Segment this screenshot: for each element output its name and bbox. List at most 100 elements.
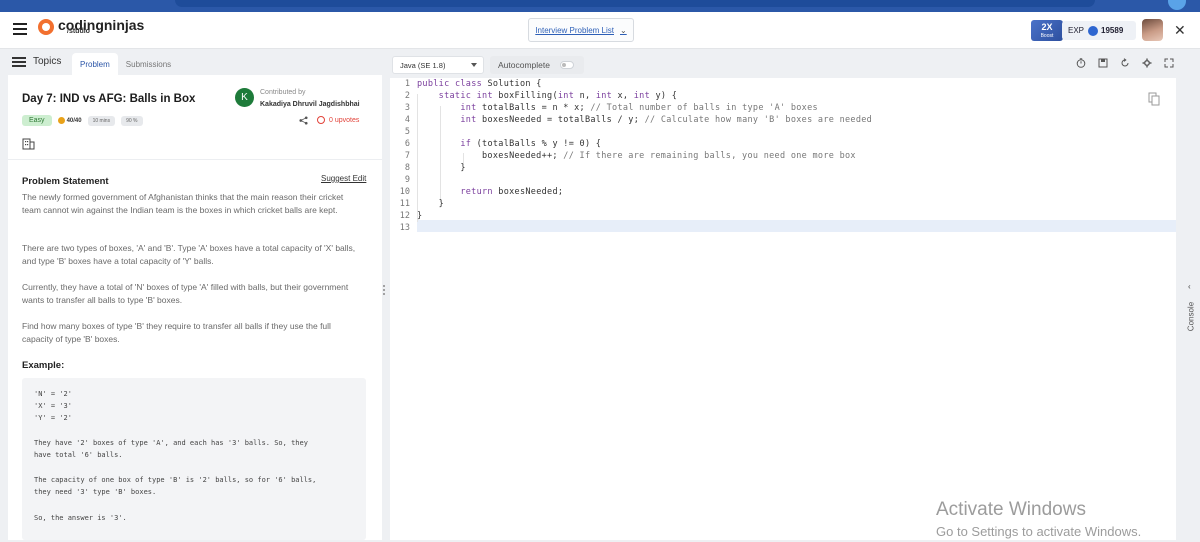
top-navigation-bar: codingninjas /studio Interview Problem L… xyxy=(0,12,1200,49)
hamburger-menu-icon[interactable] xyxy=(13,23,27,35)
exp-label: EXP xyxy=(1068,26,1085,35)
boost-multiplier: 2X xyxy=(1041,22,1053,32)
example-line: they need '3' type 'B' boxes. xyxy=(34,488,157,496)
upvote-button[interactable]: 0 upvotes xyxy=(317,116,359,124)
statement-paragraph-2: There are two types of boxes, 'A' and 'B… xyxy=(22,243,356,266)
contributor-name[interactable]: Kakadiya Dhruvil Jagdishbhai xyxy=(260,101,360,108)
score-value: 40/40 xyxy=(66,117,82,124)
tab-problem[interactable]: Problem xyxy=(72,53,118,75)
fullscreen-icon[interactable] xyxy=(1164,58,1174,68)
upvote-count: 0 upvotes xyxy=(329,116,360,124)
console-side-tab[interactable]: ‹ Console xyxy=(1181,50,1200,542)
console-label: Console xyxy=(1186,301,1196,332)
activation-watermark-title: Activate Windows xyxy=(936,499,1086,520)
save-icon[interactable] xyxy=(1098,58,1108,68)
line-number: 1 xyxy=(404,79,410,89)
panel-resize-handle[interactable] xyxy=(383,285,387,297)
code-line: } xyxy=(417,163,466,173)
line-number: 6 xyxy=(404,139,410,149)
share-icon[interactable] xyxy=(299,116,308,125)
statement-paragraph-3: Currently, they have a total of 'N' boxe… xyxy=(22,282,349,305)
example-line: The capacity of one box of type 'B' is '… xyxy=(34,476,317,484)
upvote-icon xyxy=(317,116,325,124)
problem-tabs: Problem Submissions xyxy=(72,53,179,75)
brand-sub: /studio xyxy=(67,28,90,35)
copy-icon[interactable] xyxy=(1148,92,1160,106)
example-line: They have '2' boxes of type 'A', and eac… xyxy=(34,439,308,447)
line-number: 8 xyxy=(404,163,410,173)
line-number: 4 xyxy=(404,115,410,125)
line-number: 11 xyxy=(399,199,410,209)
score-badge: 40/40 xyxy=(57,117,82,124)
chevron-left-icon: ‹ xyxy=(1188,282,1191,291)
time-badge: 10 mins xyxy=(87,115,116,126)
example-line: 'N' = '2' xyxy=(34,390,72,398)
example-heading: Example: xyxy=(22,360,65,371)
settings-gear-icon[interactable] xyxy=(1142,58,1152,68)
autocomplete-toggle[interactable]: Autocomplete xyxy=(490,56,584,74)
reset-icon[interactable] xyxy=(1120,58,1130,68)
timer-icon[interactable] xyxy=(1076,58,1086,68)
line-number: 13 xyxy=(399,223,410,233)
line-number: 10 xyxy=(399,187,410,197)
line-number: 7 xyxy=(404,151,410,161)
caret-down-icon xyxy=(471,63,477,67)
interview-problem-list-dropdown[interactable]: Interview Problem List ⌄ xyxy=(528,18,634,42)
browser-tab-bar xyxy=(175,0,1095,7)
code-line: } xyxy=(417,199,445,209)
activation-watermark-subtitle: Go to Settings to activate Windows. xyxy=(936,524,1142,539)
topics-label: Topics xyxy=(33,56,62,67)
company-building-icon[interactable] xyxy=(22,138,35,150)
code-line: return boxesNeeded; xyxy=(460,187,564,197)
coin-icon xyxy=(57,117,65,124)
logo-mark-icon xyxy=(38,19,54,35)
suggest-edit-link[interactable]: Suggest Edit xyxy=(321,174,366,183)
line-number: 3 xyxy=(404,103,410,113)
chevron-down-icon: ⌄ xyxy=(620,25,627,35)
example-line: 'Y' = '2' xyxy=(34,414,72,422)
user-avatar[interactable] xyxy=(1142,19,1163,41)
line-number: 9 xyxy=(404,175,410,185)
problem-badges: Easy 40/40 10 mins 90 % xyxy=(22,115,143,126)
brand-logo[interactable]: codingninjas xyxy=(38,18,144,35)
exp-counter[interactable]: EXP 19589 xyxy=(1062,21,1136,40)
code-line: static int boxFilling(int n, int x, int … xyxy=(438,91,678,101)
line-number: 2 xyxy=(404,91,410,101)
difficulty-badge: Easy xyxy=(22,115,52,126)
browser-profile-icon[interactable] xyxy=(1168,0,1186,10)
code-line: } xyxy=(417,211,423,221)
boost-badge[interactable]: 2X Boost xyxy=(1031,20,1063,41)
exp-value: 19589 xyxy=(1101,26,1124,35)
topics-button[interactable]: Topics xyxy=(12,56,61,67)
code-line: int totalBalls = n * x; // Total number … xyxy=(460,103,818,113)
example-line: 'X' = '3' xyxy=(34,402,72,410)
code-line: boxesNeeded++; // If there are remaining… xyxy=(417,151,856,161)
example-line: have total '6' balls. xyxy=(34,451,123,459)
line-number: 12 xyxy=(399,211,410,221)
language-select[interactable]: Java (SE 1.8) xyxy=(392,56,484,74)
accuracy-badge: 90 % xyxy=(121,115,143,126)
problem-list-label: Interview Problem List xyxy=(535,25,614,35)
browser-top-strip xyxy=(0,0,1200,12)
problem-panel: Topics Problem Submissions Day 7: IND vs… xyxy=(8,50,382,540)
tab-submissions[interactable]: Submissions xyxy=(118,53,179,75)
statement-paragraph-1: The newly formed government of Afghanist… xyxy=(22,192,344,215)
code-editor[interactable]: 1 2 3 4 5 6 7 8 9 10 11 12 13 public cla… xyxy=(390,78,1176,540)
topics-list-icon xyxy=(12,57,26,67)
current-line-highlight xyxy=(417,220,1176,232)
toggle-switch-icon[interactable] xyxy=(560,61,574,69)
autocomplete-label: Autocomplete xyxy=(498,60,550,70)
close-icon[interactable]: ✕ xyxy=(1174,22,1186,39)
contributor-avatar[interactable]: K xyxy=(235,88,254,107)
code-line: if (totalBalls % y != 0) { xyxy=(460,139,602,149)
exp-gem-icon xyxy=(1088,25,1099,36)
example-line: So, the answer is '3'. xyxy=(34,514,127,522)
code-line: public class Solution { xyxy=(417,79,542,89)
section-divider xyxy=(8,159,382,160)
code-line: int boxesNeeded = totalBalls / y; // Cal… xyxy=(460,115,873,125)
language-value: Java (SE 1.8) xyxy=(400,60,446,70)
problem-statement-heading: Problem Statement xyxy=(22,176,109,187)
contributor-label: Contributed by xyxy=(260,89,306,96)
problem-card: Day 7: IND vs AFG: Balls in Box K Contri… xyxy=(8,75,382,540)
statement-paragraph-4: Find how many boxes of type 'B' they req… xyxy=(22,321,331,344)
